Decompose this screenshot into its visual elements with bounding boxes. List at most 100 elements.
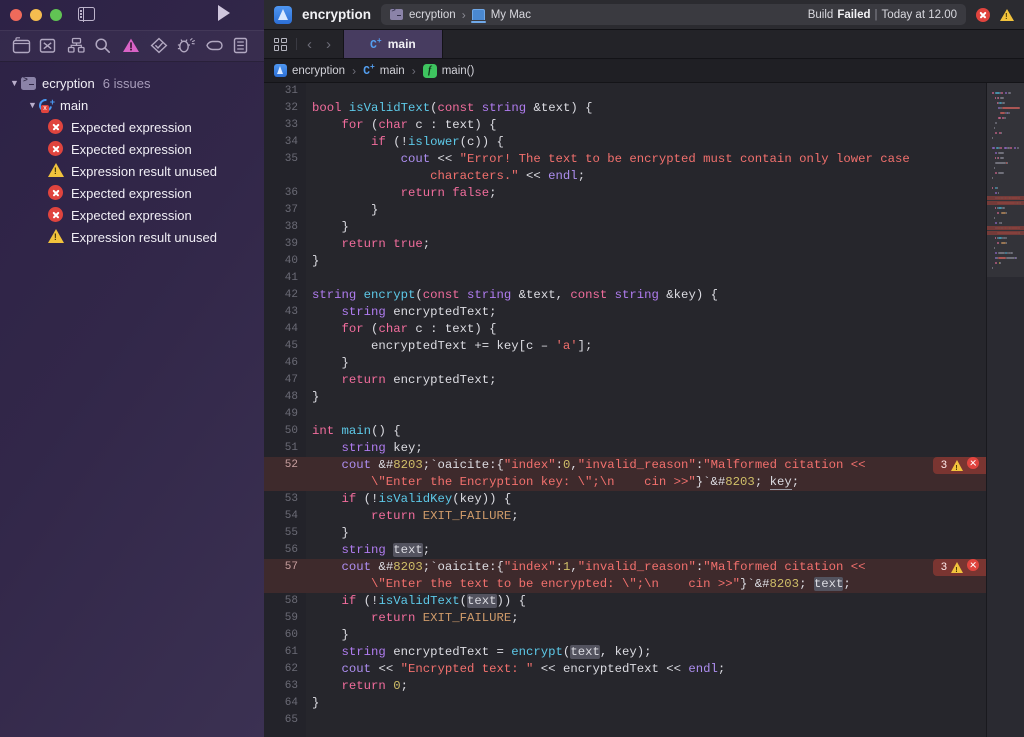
code-line[interactable]: 57 cout &#8203;`oaicite:{"index":1,"inva… bbox=[264, 559, 986, 576]
zoom-button[interactable] bbox=[50, 9, 62, 21]
chevron-down-icon[interactable]: ▼ bbox=[8, 79, 21, 88]
code-line[interactable]: 50int main() { bbox=[264, 423, 986, 440]
code-line[interactable]: 39 return true; bbox=[264, 236, 986, 253]
inline-issue-badge[interactable]: 3 bbox=[933, 559, 986, 576]
hierarchy-icon[interactable] bbox=[67, 37, 87, 56]
issue-group-project[interactable]: ▼ ecryption 6 issues bbox=[0, 72, 264, 94]
code-line[interactable]: 62 cout << "Encrypted text: " << encrypt… bbox=[264, 661, 986, 678]
code-line[interactable]: 46 } bbox=[264, 355, 986, 372]
issue-item[interactable]: Expression result unused bbox=[0, 160, 264, 182]
issue-item[interactable]: Expected expression bbox=[0, 204, 264, 226]
jumpbar-segment-file[interactable]: main bbox=[380, 65, 405, 77]
line-number: 46 bbox=[264, 355, 306, 372]
code-line[interactable]: 41 bbox=[264, 270, 986, 287]
editor-area: encryption ecryption › My Mac Build Fail… bbox=[264, 0, 1024, 737]
line-source: } bbox=[306, 219, 986, 236]
code-line[interactable]: characters." << endl; bbox=[264, 168, 986, 185]
code-line[interactable]: 42string encrypt(const string &text, con… bbox=[264, 287, 986, 304]
status-bar[interactable]: ecryption › My Mac Build Failed | Today … bbox=[381, 4, 966, 25]
line-source: } bbox=[306, 355, 986, 372]
debug-icon[interactable] bbox=[177, 37, 197, 56]
code-line[interactable]: 44 for (char c : text) { bbox=[264, 321, 986, 338]
code-line[interactable]: 34 if (!islower(c)) { bbox=[264, 134, 986, 151]
issue-item[interactable]: Expected expression bbox=[0, 138, 264, 160]
warning-icon[interactable] bbox=[1000, 9, 1014, 21]
code-line[interactable]: 33 for (char c : text) { bbox=[264, 117, 986, 134]
code-line[interactable]: 48} bbox=[264, 389, 986, 406]
search-icon[interactable] bbox=[94, 37, 114, 56]
tag-icon[interactable] bbox=[205, 37, 225, 56]
issue-item[interactable]: Expected expression bbox=[0, 116, 264, 138]
sidebar-toggle-icon[interactable] bbox=[78, 7, 95, 21]
code-line[interactable]: 40} bbox=[264, 253, 986, 270]
destination-name: My Mac bbox=[491, 9, 531, 21]
line-source: return EXIT_FAILURE; bbox=[306, 508, 986, 525]
code-line[interactable]: 55 } bbox=[264, 525, 986, 542]
code-line[interactable]: \"Enter the text to be encrypted: \";\n … bbox=[264, 576, 986, 593]
issue-item[interactable]: Expression result unused bbox=[0, 226, 264, 248]
minimap-viewport[interactable] bbox=[987, 83, 1024, 277]
error-icon[interactable] bbox=[976, 8, 990, 22]
code-line[interactable]: 49 bbox=[264, 406, 986, 423]
code-line[interactable]: \"Enter the Encryption key: \";\n cin >>… bbox=[264, 474, 986, 491]
code-line[interactable]: 51 string key; bbox=[264, 440, 986, 457]
code-line[interactable]: 37 } bbox=[264, 202, 986, 219]
line-number: 42 bbox=[264, 287, 306, 304]
issue-group-target[interactable]: ▼ x+ main bbox=[0, 94, 264, 116]
folder-icon[interactable] bbox=[12, 37, 32, 56]
code-line[interactable]: 65 bbox=[264, 712, 986, 729]
forward-arrow-icon[interactable]: › bbox=[326, 37, 331, 52]
line-number: 61 bbox=[264, 644, 306, 661]
line-number: 52 bbox=[264, 457, 306, 474]
code-line[interactable]: 38 } bbox=[264, 219, 986, 236]
minimap[interactable] bbox=[986, 83, 1024, 737]
warning-icon bbox=[48, 229, 64, 245]
line-number: 41 bbox=[264, 270, 306, 287]
issue-count: 3 bbox=[941, 559, 947, 576]
code-line[interactable]: 47 return encryptedText; bbox=[264, 372, 986, 389]
line-source: } bbox=[306, 253, 986, 270]
close-button[interactable] bbox=[10, 9, 22, 21]
code-line[interactable]: 52 cout &#8203;`oaicite:{"index":0,"inva… bbox=[264, 457, 986, 474]
code-line[interactable]: 60 } bbox=[264, 627, 986, 644]
code-line[interactable]: 45 encryptedText += key[c – 'a']; bbox=[264, 338, 986, 355]
inline-issue-badge[interactable]: 3 bbox=[933, 457, 986, 474]
code-line[interactable]: 31 bbox=[264, 83, 986, 100]
project-name: ecryption bbox=[42, 76, 95, 91]
minimize-button[interactable] bbox=[30, 9, 42, 21]
jumpbar-segment-function[interactable]: main() bbox=[442, 65, 475, 77]
warning-icon[interactable] bbox=[122, 37, 142, 56]
code-line[interactable]: 63 return 0; bbox=[264, 678, 986, 695]
diamond-icon[interactable] bbox=[150, 37, 170, 56]
issue-item[interactable]: Expected expression bbox=[0, 182, 264, 204]
jump-bar: encryption › C+ main › f main() bbox=[264, 59, 1024, 83]
code-line[interactable]: 59 return EXIT_FAILURE; bbox=[264, 610, 986, 627]
grid-icon[interactable] bbox=[264, 30, 296, 58]
code-line[interactable]: 56 string text; bbox=[264, 542, 986, 559]
code-line[interactable]: 36 return false; bbox=[264, 185, 986, 202]
chevron-down-icon[interactable]: ▼ bbox=[26, 101, 39, 110]
jumpbar-segment-project[interactable]: encryption bbox=[292, 65, 345, 77]
back-arrow-icon[interactable]: ‹ bbox=[307, 37, 312, 52]
issue-label: Expected expression bbox=[71, 142, 192, 157]
code-line[interactable]: 64} bbox=[264, 695, 986, 712]
report-icon[interactable] bbox=[232, 37, 252, 56]
code-line[interactable]: 58 if (!isValidText(text)) { bbox=[264, 593, 986, 610]
code-line[interactable]: 35 cout << "Error! The text to be encryp… bbox=[264, 151, 986, 168]
error-icon bbox=[48, 141, 64, 157]
code-line[interactable]: 61 string encryptedText = encrypt(text, … bbox=[264, 644, 986, 661]
code-line[interactable]: 43 string encryptedText; bbox=[264, 304, 986, 321]
xcode-project-icon bbox=[274, 64, 287, 77]
line-number: 39 bbox=[264, 236, 306, 253]
code-line[interactable]: 32bool isValidText(const string &text) { bbox=[264, 100, 986, 117]
source-control-icon[interactable] bbox=[39, 37, 59, 56]
run-icon[interactable] bbox=[218, 5, 230, 21]
code-line[interactable]: 54 return EXIT_FAILURE; bbox=[264, 508, 986, 525]
source-editor[interactable]: 3132bool isValidText(const string &text)… bbox=[264, 83, 986, 737]
issue-count: 3 bbox=[941, 457, 947, 474]
code-line[interactable]: 53 if (!isValidKey(key)) { bbox=[264, 491, 986, 508]
line-source: cout &#8203;`oaicite:{"index":1,"invalid… bbox=[306, 559, 986, 576]
line-source: bool isValidText(const string &text) { bbox=[306, 100, 986, 117]
tab-main[interactable]: C+ main bbox=[343, 30, 443, 58]
tab-bar: ‹ › C+ main bbox=[264, 30, 1024, 59]
